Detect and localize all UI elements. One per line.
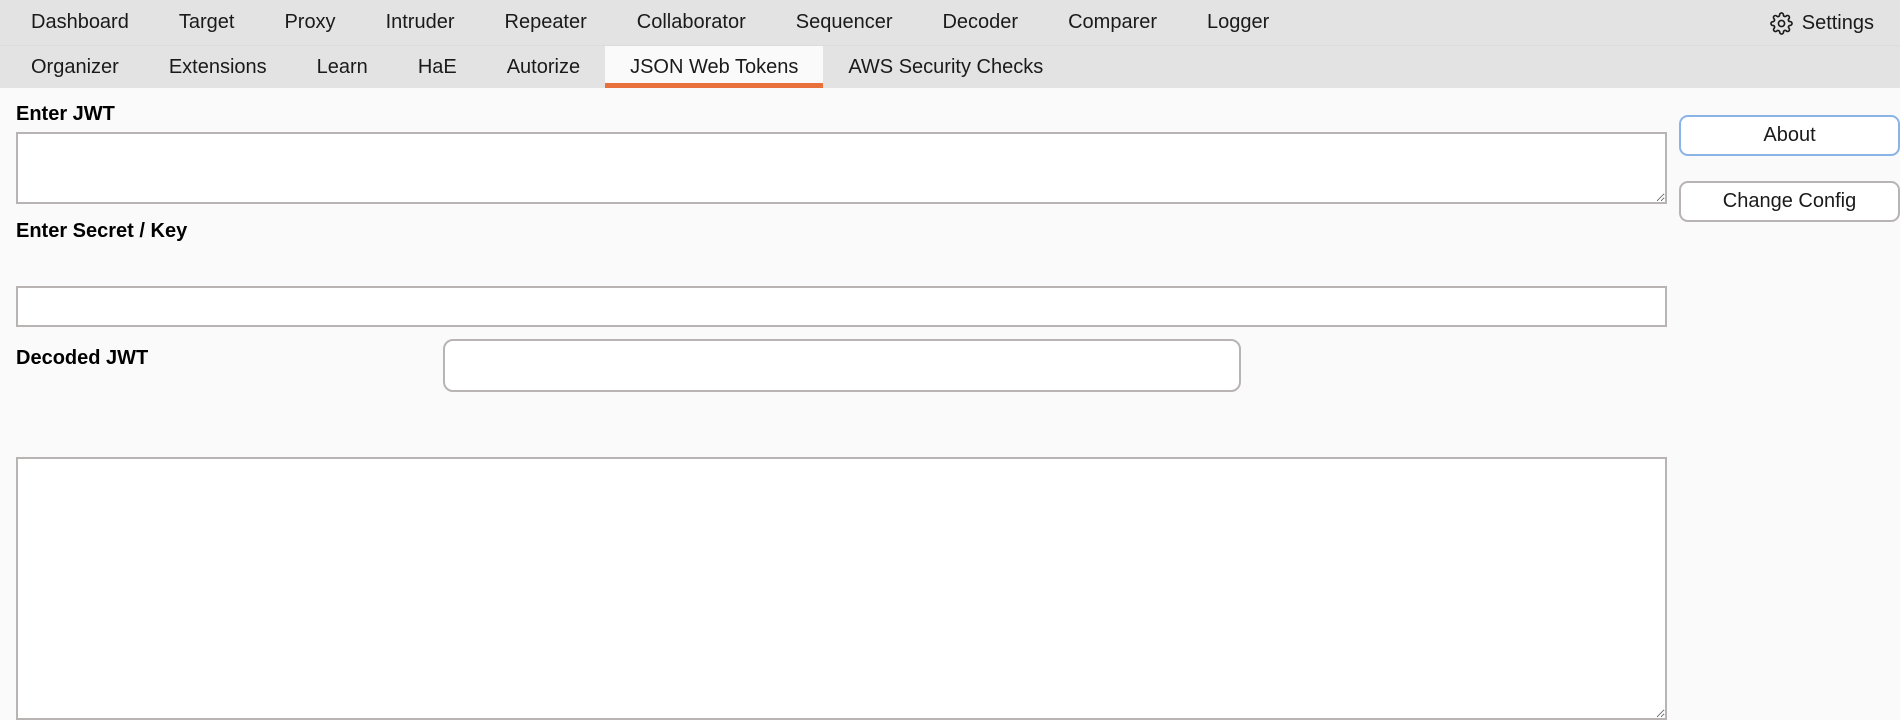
settings-button[interactable]: Settings xyxy=(1756,0,1888,46)
tab-label: Decoder xyxy=(942,11,1018,34)
tab-dashboard[interactable]: Dashboard xyxy=(6,0,154,45)
tab-aws-security-checks[interactable]: AWS Security Checks xyxy=(823,46,1068,88)
tab-label: Autorize xyxy=(507,56,580,79)
tab-label: Repeater xyxy=(505,11,587,34)
tab-label: JSON Web Tokens xyxy=(630,56,798,79)
secondary-tab-bar: Organizer Extensions Learn HaE Autorize JSON … xyxy=(0,46,1900,88)
enter-jwt-label: Enter JWT xyxy=(16,103,115,126)
tab-label: HaE xyxy=(418,56,457,79)
decode-button[interactable] xyxy=(443,339,1241,392)
tab-label: Collaborator xyxy=(637,11,746,34)
tab-repeater[interactable]: Repeater xyxy=(480,0,612,45)
tab-extensions[interactable]: Extensions xyxy=(144,46,292,88)
tab-label: AWS Security Checks xyxy=(848,56,1043,79)
tab-decoder[interactable]: Decoder xyxy=(917,0,1043,45)
decoded-jwt-label: Decoded JWT xyxy=(16,347,148,370)
tab-label: Proxy xyxy=(284,11,335,34)
tab-label: Learn xyxy=(317,56,368,79)
secondary-tab-row: Organizer Extensions Learn HaE Autorize JSON … xyxy=(0,46,1900,88)
tab-learn[interactable]: Learn xyxy=(292,46,393,88)
tab-label: Comparer xyxy=(1068,11,1157,34)
tab-label: Organizer xyxy=(31,56,119,79)
tab-label: Intruder xyxy=(386,11,455,34)
tab-autorize[interactable]: Autorize xyxy=(482,46,605,88)
primary-tab-row: Dashboard Target Proxy Intruder Repeater Coll… xyxy=(0,0,1900,45)
tab-intruder[interactable]: Intruder xyxy=(361,0,480,45)
change-config-button[interactable]: Change Config xyxy=(1679,181,1900,222)
jwt-input[interactable] xyxy=(16,132,1667,204)
tab-collaborator[interactable]: Collaborator xyxy=(612,0,771,45)
tab-label: Dashboard xyxy=(31,11,129,34)
tab-organizer[interactable]: Organizer xyxy=(6,46,144,88)
tab-hae[interactable]: HaE xyxy=(393,46,482,88)
application-window: Dashboard Target Proxy Intruder Repeater Coll… xyxy=(0,0,1900,720)
tab-comparer[interactable]: Comparer xyxy=(1043,0,1182,45)
tab-proxy[interactable]: Proxy xyxy=(259,0,360,45)
tab-label: Target xyxy=(179,11,235,34)
tab-label: Logger xyxy=(1207,11,1269,34)
tab-sequencer[interactable]: Sequencer xyxy=(771,0,918,45)
about-button[interactable]: About xyxy=(1679,115,1900,156)
tab-json-web-tokens[interactable]: JSON Web Tokens xyxy=(605,46,823,88)
tab-target[interactable]: Target xyxy=(154,0,260,45)
decoded-jwt-output[interactable] xyxy=(16,457,1667,720)
primary-tab-bar: Dashboard Target Proxy Intruder Repeater Coll… xyxy=(0,0,1900,46)
gear-icon xyxy=(1770,12,1793,35)
enter-secret-label: Enter Secret / Key xyxy=(16,220,187,243)
secret-input[interactable] xyxy=(16,286,1667,327)
tab-logger[interactable]: Logger xyxy=(1182,0,1294,45)
jwt-panel: Enter JWT Enter Secret / Key Decoded JWT… xyxy=(0,88,1900,720)
tab-label: Extensions xyxy=(169,56,267,79)
tab-label: Sequencer xyxy=(796,11,893,34)
settings-label: Settings xyxy=(1802,12,1874,35)
